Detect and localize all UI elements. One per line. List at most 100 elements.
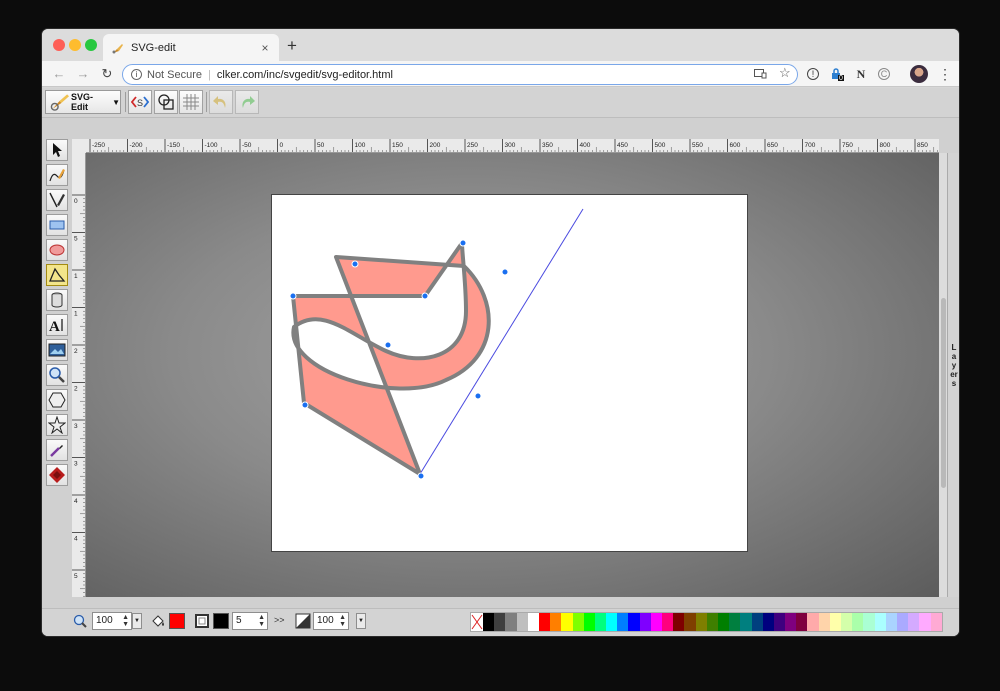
zoom-input[interactable]: 100 ▲ ▼ — [92, 612, 132, 630]
window-close-button[interactable] — [53, 39, 65, 51]
opacity-input[interactable]: 100 ▲ ▼ — [313, 612, 349, 630]
text-tool[interactable]: A — [46, 314, 68, 336]
palette-swatch[interactable] — [695, 613, 707, 631]
palette-swatch[interactable] — [662, 613, 674, 631]
layers-panel-tab[interactable]: Layers — [947, 153, 959, 597]
palette-swatch[interactable] — [796, 613, 808, 631]
stroke-color-swatch[interactable] — [213, 613, 229, 629]
paint-bucket-tool[interactable] — [46, 464, 68, 486]
main-menu-button[interactable]: SVG-Edit ▼ — [45, 90, 121, 114]
palette-swatch[interactable] — [740, 613, 752, 631]
tab-close-icon[interactable]: × — [257, 41, 273, 55]
palette-swatch[interactable] — [807, 613, 819, 631]
url-text[interactable]: clker.com/inc/svgedit/svg-editor.html — [217, 69, 393, 81]
palette-swatch[interactable] — [729, 613, 741, 631]
palette-swatch[interactable] — [706, 613, 718, 631]
wireframe-button[interactable] — [154, 90, 178, 114]
address-bar[interactable]: i Not Secure | clker.com/inc/svgedit/svg… — [122, 64, 798, 85]
opacity-dropdown-button[interactable]: ▼ — [356, 613, 366, 629]
profile-avatar[interactable] — [910, 65, 928, 83]
bookmark-star-icon[interactable]: ☆ — [779, 65, 791, 81]
palette-swatch[interactable] — [885, 613, 897, 631]
palette-swatch[interactable] — [908, 613, 920, 631]
palette-swatch[interactable] — [617, 613, 629, 631]
path-node[interactable] — [384, 341, 392, 349]
new-tab-button[interactable]: + — [287, 36, 297, 56]
extension-c-icon[interactable]: C — [878, 68, 890, 80]
reload-icon[interactable]: ↻ — [98, 65, 116, 83]
path-node[interactable] — [459, 239, 467, 247]
vertical-scrollbar[interactable] — [941, 298, 946, 488]
palette-swatch[interactable] — [516, 613, 528, 631]
palette-swatch[interactable] — [628, 613, 640, 631]
tab-svg-edit[interactable]: SVG-edit × — [103, 34, 279, 61]
path-node[interactable] — [289, 292, 297, 300]
select-tool[interactable] — [46, 139, 68, 161]
palette-swatch[interactable] — [673, 613, 685, 631]
stroke-width-input[interactable]: 5 ▲ ▼ — [232, 612, 268, 630]
zoom-dropdown-button[interactable]: ▼ — [132, 613, 142, 629]
pencil-tool[interactable] — [46, 164, 68, 186]
shape-library-tool[interactable] — [46, 289, 68, 311]
path-node[interactable] — [417, 472, 425, 480]
browser-menu-icon[interactable]: ⋮ — [938, 66, 952, 83]
info-icon[interactable]: i — [131, 69, 142, 80]
palette-swatch[interactable] — [561, 613, 573, 631]
path-node[interactable] — [501, 268, 509, 276]
path-node[interactable] — [421, 292, 429, 300]
extension-lock-icon[interactable]: 0 — [830, 67, 844, 82]
stroke-options-icon[interactable]: >> — [274, 615, 285, 625]
palette-swatch[interactable] — [550, 613, 562, 631]
work-area[interactable] — [86, 153, 939, 597]
grid-button[interactable] — [179, 90, 203, 114]
palette-swatch[interactable] — [572, 613, 584, 631]
notion-extension-icon[interactable]: N — [854, 67, 868, 81]
palette-swatch[interactable] — [829, 613, 841, 631]
extension-info-icon[interactable]: ! — [807, 68, 819, 80]
palette-swatch[interactable] — [594, 613, 607, 631]
palette-swatch[interactable] — [841, 613, 853, 631]
stroke-width-stepper-icon[interactable]: ▲ ▼ — [258, 614, 265, 628]
eyedropper-tool[interactable] — [46, 439, 68, 461]
palette-swatch[interactable] — [494, 613, 506, 631]
fill-color-swatch[interactable] — [169, 613, 185, 629]
palette-swatch[interactable] — [874, 613, 886, 631]
window-maximize-button[interactable] — [85, 39, 97, 51]
back-arrow-icon[interactable]: ← — [50, 65, 68, 83]
path-node[interactable] — [351, 260, 359, 268]
color-palette[interactable] — [470, 612, 943, 632]
path-tool[interactable] — [46, 264, 68, 286]
palette-swatch[interactable] — [773, 613, 786, 631]
image-tool[interactable] — [46, 339, 68, 361]
palette-swatch[interactable] — [606, 613, 618, 631]
forward-arrow-icon[interactable]: → — [74, 65, 92, 83]
palette-swatch[interactable] — [762, 613, 774, 631]
opacity-stepper-icon[interactable]: ▲ ▼ — [339, 614, 346, 628]
drawing-layer[interactable] — [86, 153, 939, 597]
palette-swatch[interactable] — [650, 613, 662, 631]
palette-swatch[interactable] — [505, 613, 517, 631]
palette-swatch[interactable] — [717, 613, 730, 631]
source-code-button[interactable]: S — [128, 90, 152, 114]
palette-swatch[interactable] — [684, 613, 696, 631]
zoom-stepper-icon[interactable]: ▲ ▼ — [122, 614, 129, 628]
drawn-path[interactable] — [291, 241, 491, 476]
palette-swatch[interactable] — [852, 613, 864, 631]
palette-swatch[interactable] — [785, 613, 797, 631]
palette-swatch[interactable] — [896, 613, 909, 631]
palette-swatch[interactable] — [751, 613, 763, 631]
polygon-tool[interactable] — [46, 389, 68, 411]
line-tool[interactable] — [46, 189, 68, 211]
path-node[interactable] — [301, 401, 309, 409]
undo-button[interactable] — [209, 90, 233, 114]
palette-swatch[interactable] — [483, 613, 495, 631]
palette-swatch[interactable] — [930, 613, 942, 631]
palette-swatch[interactable] — [538, 613, 551, 631]
palette-swatch[interactable] — [919, 613, 931, 631]
rectangle-tool[interactable] — [46, 214, 68, 236]
cast-icon[interactable] — [754, 69, 767, 79]
palette-swatch[interactable] — [527, 613, 539, 631]
palette-swatch[interactable] — [863, 613, 875, 631]
redo-button[interactable] — [235, 90, 259, 114]
palette-swatch[interactable] — [639, 613, 651, 631]
